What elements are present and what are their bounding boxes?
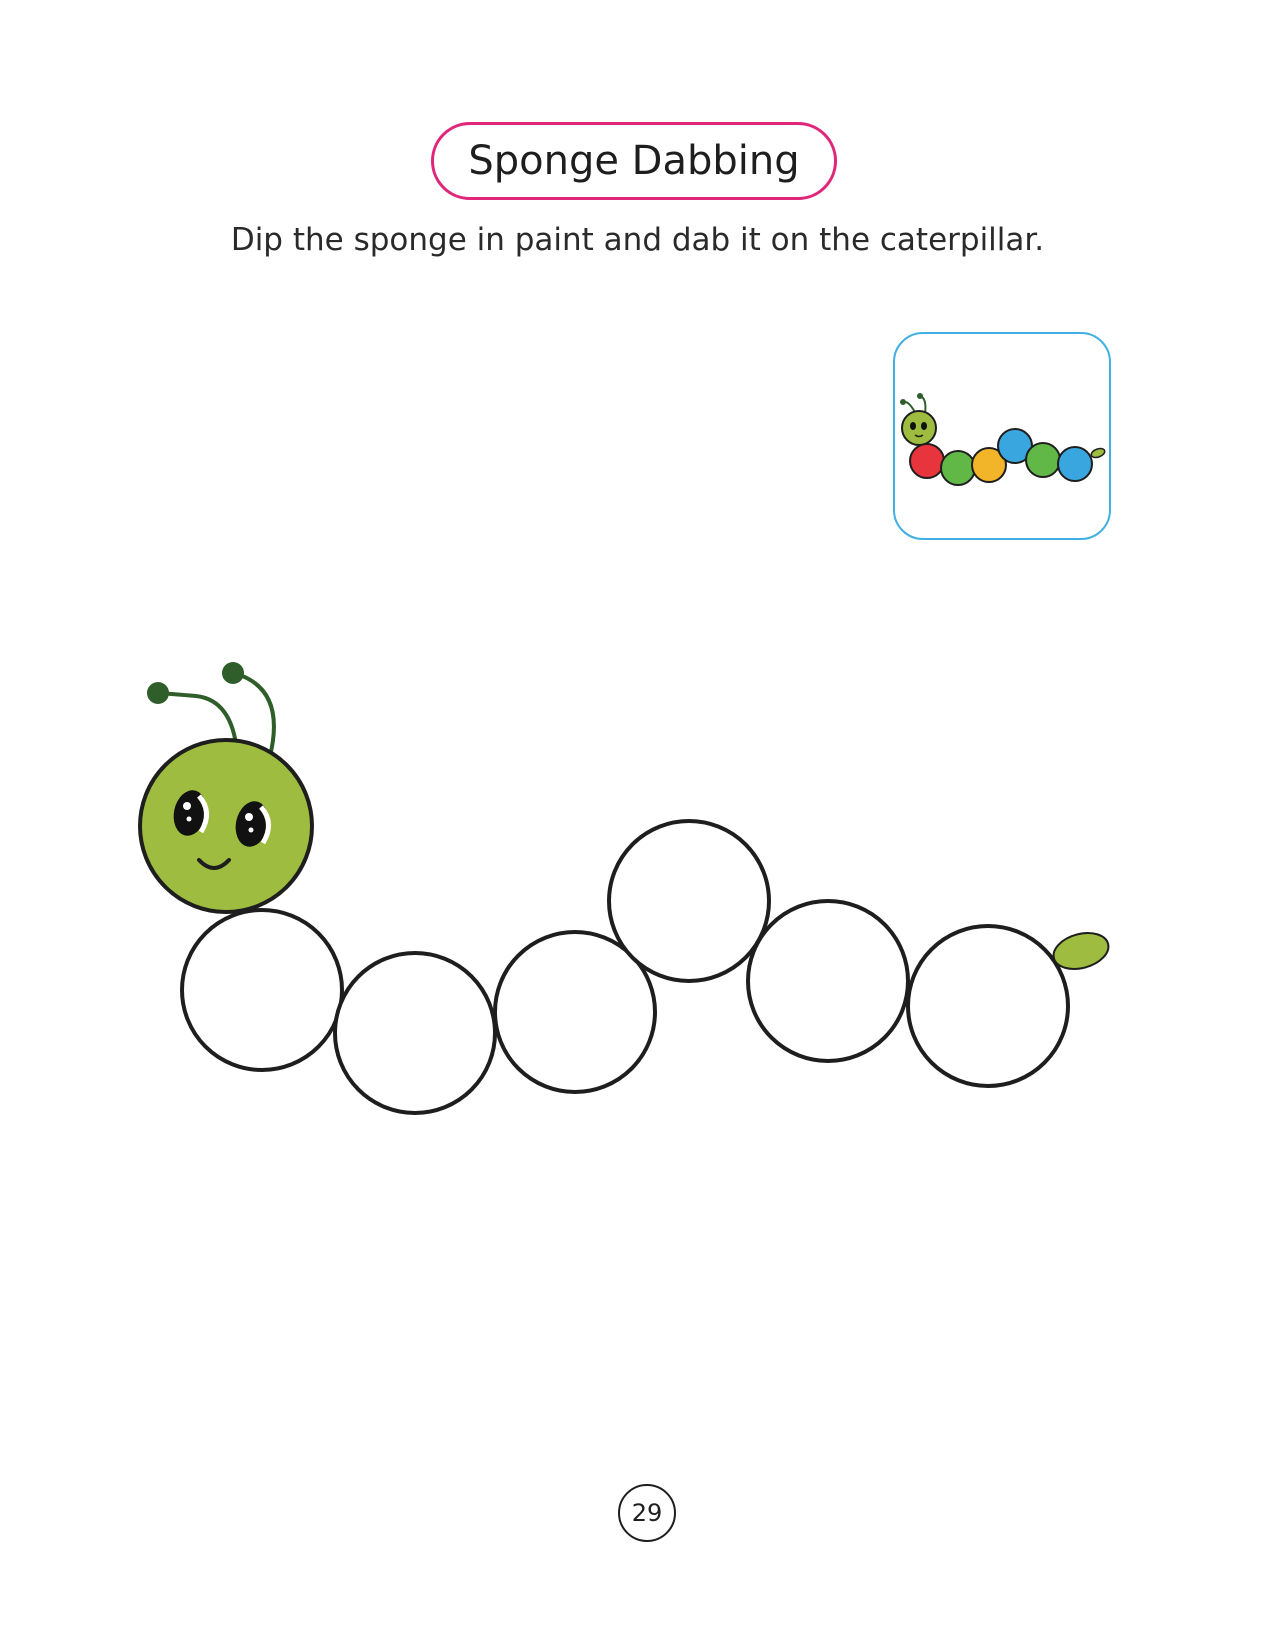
- body-segment-2: [333, 951, 497, 1115]
- body-segment-6: [906, 924, 1070, 1088]
- head: [138, 738, 314, 914]
- eye-left-highlight: [183, 802, 191, 810]
- example-segment: [940, 450, 976, 486]
- example-segment: [1025, 442, 1061, 478]
- eye-right-sparkle: [248, 827, 254, 833]
- page-number: 29: [631, 1499, 663, 1527]
- example-image-box: [893, 332, 1111, 540]
- antenna-tip-right: [222, 662, 244, 684]
- body-segment-5: [746, 899, 910, 1063]
- example-eye-right: [921, 422, 927, 430]
- example-segment: [909, 443, 945, 479]
- example-head: [901, 410, 937, 446]
- example-caterpillar-illustration: [900, 393, 1106, 486]
- body-segment-1: [180, 908, 344, 1072]
- title-badge: Sponge Dabbing: [431, 122, 837, 200]
- instruction-text: Dip the sponge in paint and dab it on th…: [230, 222, 1045, 258]
- page-number-badge: 29: [618, 1484, 676, 1542]
- page-title: Sponge Dabbing: [468, 138, 800, 184]
- example-tail: [1090, 447, 1106, 459]
- antenna-tip-left: [147, 682, 169, 704]
- example-eye-left: [910, 422, 916, 430]
- example-segment: [1057, 446, 1093, 482]
- example-antenna-tip-left: [900, 399, 906, 405]
- caterpillar-outline-art: [138, 662, 1110, 1115]
- eye-left-sparkle: [186, 816, 192, 822]
- eye-right-highlight: [245, 813, 253, 821]
- body-segment-4: [607, 819, 771, 983]
- example-antenna-tip-right: [917, 393, 923, 399]
